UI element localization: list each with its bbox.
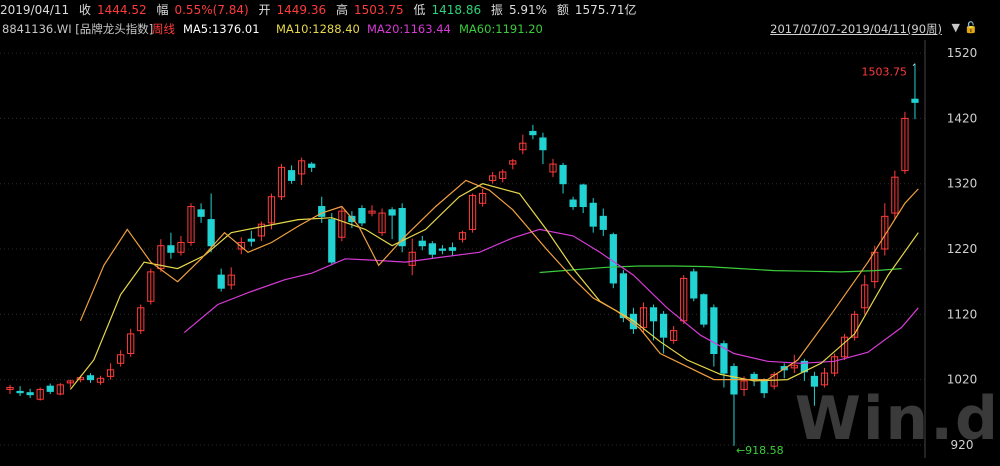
- candle-body: [529, 130, 537, 136]
- candle-body: [589, 202, 597, 227]
- candle-body: [287, 170, 296, 181]
- candle-body: [690, 271, 698, 299]
- candle-body: [86, 375, 95, 381]
- candle-body: [217, 274, 225, 289]
- candle-body: [167, 245, 175, 253]
- candle-body: [911, 98, 919, 103]
- candle-body: [328, 219, 336, 263]
- low-annotation: ←918.58: [736, 444, 784, 457]
- candle-body: [388, 209, 396, 216]
- candle-body: [569, 199, 577, 208]
- y-tick-label: 1220: [947, 242, 978, 256]
- candle-body: [710, 307, 718, 354]
- candle-body: [358, 208, 366, 224]
- y-tick-label: 1420: [947, 111, 978, 125]
- candle-body: [700, 294, 708, 325]
- candle-body: [438, 248, 447, 251]
- candle-body: [16, 390, 24, 394]
- candle-body: [448, 247, 457, 251]
- candle-body: [760, 380, 768, 394]
- candle-body: [579, 184, 587, 208]
- candle-body: [730, 366, 738, 395]
- candle-body: [207, 219, 215, 247]
- y-tick-label: 1520: [947, 46, 978, 60]
- candle-body: [428, 243, 436, 255]
- candle-body: [609, 234, 617, 284]
- high-annotation: 1503.75: [861, 66, 907, 79]
- candle-body: [308, 163, 316, 168]
- y-tick-label: 1320: [947, 177, 978, 191]
- candle-body: [619, 273, 627, 319]
- candle-body: [247, 238, 255, 242]
- candle-body: [26, 392, 34, 396]
- ma60-line: [539, 265, 902, 274]
- candle-body: [599, 215, 607, 230]
- ma5-line: [79, 179, 919, 381]
- candle-body: [649, 307, 658, 322]
- candle-body: [418, 240, 426, 247]
- candle-body: [659, 313, 668, 338]
- candle-body: [539, 137, 547, 151]
- candle-body: [750, 373, 758, 381]
- watermark-logo: Win.d: [794, 384, 1000, 454]
- candle-body: [559, 164, 567, 185]
- candle-body: [46, 385, 54, 392]
- candle-body: [197, 209, 205, 217]
- y-tick-label: 1120: [947, 307, 978, 321]
